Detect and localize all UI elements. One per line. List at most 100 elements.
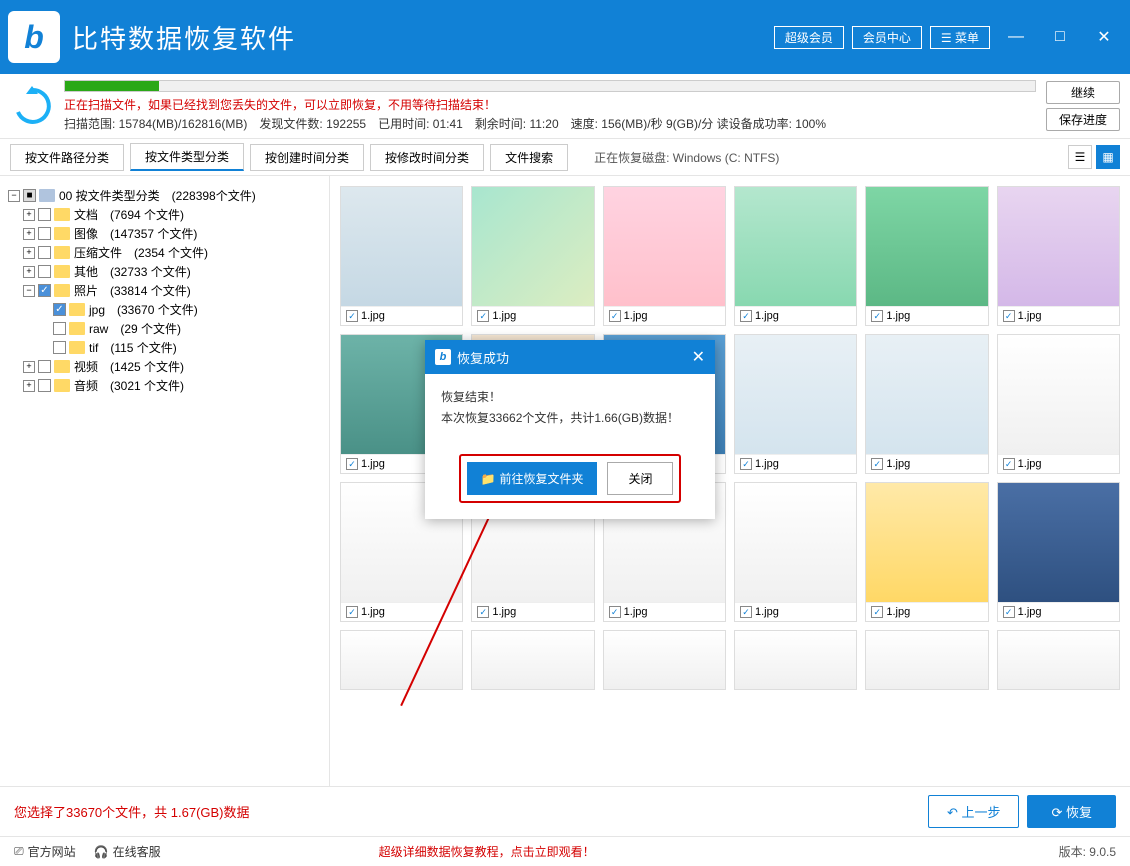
tree-checkbox[interactable] <box>38 265 51 278</box>
tree-node-jpg[interactable]: ✓jpg (33670 个文件) <box>8 300 321 319</box>
tree-checkbox[interactable] <box>38 208 51 221</box>
footer-buttons: ↶ 上一步 ⟳ 恢复 <box>928 795 1116 828</box>
thumbnail-item[interactable]: 1.jpg <box>865 334 988 474</box>
vip-button[interactable]: 超级会员 <box>774 26 844 49</box>
thumbnail-item[interactable]: 1.jpg <box>340 186 463 326</box>
expand-icon[interactable]: + <box>23 380 35 392</box>
collapse-icon[interactable]: − <box>23 285 35 297</box>
list-view-icon[interactable]: ☰ <box>1068 145 1092 169</box>
folder-icon <box>69 341 85 354</box>
tree-root[interactable]: −■ 00 按文件类型分类 (228398个文件) <box>8 186 321 205</box>
thumbnail-checkbox[interactable] <box>1003 310 1015 322</box>
continue-button[interactable]: 继续 <box>1046 81 1120 104</box>
tab-by-created[interactable]: 按创建时间分类 <box>250 144 364 171</box>
thumbnail-checkbox[interactable] <box>740 606 752 618</box>
modal-close-button[interactable]: 关闭 <box>607 462 673 495</box>
tree-checkbox[interactable] <box>38 360 51 373</box>
tutorial-link[interactable]: 超级详细数据恢复教程，点击立即观看！ <box>379 843 595 860</box>
member-center-button[interactable]: 会员中心 <box>852 26 922 49</box>
tree-node-photos[interactable]: −✓照片 (33814 个文件) <box>8 281 321 300</box>
thumbnail-checkbox[interactable] <box>346 310 358 322</box>
thumbnail-checkbox[interactable] <box>609 310 621 322</box>
save-progress-button[interactable]: 保存进度 <box>1046 108 1120 131</box>
tree-checkbox[interactable] <box>38 246 51 259</box>
thumbnail-checkbox[interactable] <box>346 606 358 618</box>
goto-folder-button[interactable]: 📁前往恢复文件夹 <box>467 462 598 495</box>
thumbnail-item[interactable]: 1.jpg <box>997 186 1120 326</box>
success-modal: b 恢复成功 ✕ 恢复结束！ 本次恢复33662个文件，共计1.66(GB)数据… <box>425 340 715 519</box>
expand-icon[interactable]: + <box>23 361 35 373</box>
tab-by-path[interactable]: 按文件路径分类 <box>10 144 124 171</box>
thumbnail-checkbox[interactable] <box>1003 458 1015 470</box>
close-icon[interactable]: ✕ <box>1086 23 1122 51</box>
thumbnail-item[interactable]: 1.jpg <box>471 186 594 326</box>
tree-node-raw[interactable]: raw (29 个文件) <box>8 319 321 338</box>
thumbnail-checkbox[interactable] <box>871 310 883 322</box>
thumbnail-checkbox[interactable] <box>1003 606 1015 618</box>
thumbnail-checkbox[interactable] <box>740 310 752 322</box>
thumbnail-item[interactable] <box>865 630 988 690</box>
tab-by-type[interactable]: 按文件类型分类 <box>130 143 244 171</box>
thumbnail-filename: 1.jpg <box>755 458 779 470</box>
thumbnail-item[interactable]: 1.jpg <box>997 334 1120 474</box>
thumbnail-item[interactable]: 1.jpg <box>734 186 857 326</box>
tree-checkbox[interactable] <box>53 341 66 354</box>
tree-node-other[interactable]: +其他 (32733 个文件) <box>8 262 321 281</box>
collapse-icon[interactable]: − <box>8 190 20 202</box>
expand-icon[interactable]: + <box>23 209 35 221</box>
tree-checkbox[interactable] <box>38 227 51 240</box>
thumbnail-filename: 1.jpg <box>624 606 648 618</box>
tree-checkbox[interactable] <box>53 322 66 335</box>
thumbnail-item[interactable]: 1.jpg <box>865 482 988 622</box>
tree-node-docs[interactable]: +文档 (7694 个文件) <box>8 205 321 224</box>
thumbnail-checkbox[interactable] <box>740 458 752 470</box>
tree-checkbox[interactable]: ■ <box>23 189 36 202</box>
tree-label: raw (29 个文件) <box>89 320 181 337</box>
modal-close-icon[interactable]: ✕ <box>692 347 705 367</box>
expand-icon[interactable]: + <box>23 228 35 240</box>
tree-node-images[interactable]: +图像 (147357 个文件) <box>8 224 321 243</box>
thumbnail-checkbox[interactable] <box>871 606 883 618</box>
thumbnail-checkbox[interactable] <box>871 458 883 470</box>
thumbnail-preview <box>866 187 987 306</box>
thumbnail-preview <box>735 483 856 602</box>
tree-node-video[interactable]: +视频 (1425 个文件) <box>8 357 321 376</box>
expand-icon[interactable]: + <box>23 247 35 259</box>
folder-icon <box>54 360 70 373</box>
thumbnail-item[interactable]: 1.jpg <box>734 334 857 474</box>
tree-checkbox[interactable] <box>38 379 51 392</box>
tree-checkbox[interactable]: ✓ <box>53 303 66 316</box>
menu-button[interactable]: ☰ 菜单 <box>930 26 990 49</box>
thumbnail-item[interactable]: 1.jpg <box>603 186 726 326</box>
tab-search[interactable]: 文件搜索 <box>490 144 568 171</box>
tree-node-archives[interactable]: +压缩文件 (2354 个文件) <box>8 243 321 262</box>
support-link[interactable]: 🎧在线客服 <box>94 843 161 860</box>
maximize-icon[interactable]: □ <box>1042 23 1078 51</box>
grid-view-icon[interactable]: ▦ <box>1096 145 1120 169</box>
thumbnail-item[interactable] <box>340 630 463 690</box>
thumbnail-checkbox[interactable] <box>609 606 621 618</box>
thumbnail-filename: 1.jpg <box>886 606 910 618</box>
thumbnail-item[interactable] <box>603 630 726 690</box>
thumbnail-item[interactable]: 1.jpg <box>734 482 857 622</box>
minimize-icon[interactable]: — <box>998 23 1034 51</box>
recover-button[interactable]: ⟳ 恢复 <box>1027 795 1116 828</box>
tree-checkbox[interactable]: ✓ <box>38 284 51 297</box>
thumbnail-checkbox[interactable] <box>346 458 358 470</box>
tab-by-modified[interactable]: 按修改时间分类 <box>370 144 484 171</box>
tree-label: 00 按文件类型分类 (228398个文件) <box>59 187 256 204</box>
expand-icon[interactable]: + <box>23 266 35 278</box>
thumbnail-item[interactable] <box>471 630 594 690</box>
thumbnail-checkbox[interactable] <box>477 606 489 618</box>
prev-button[interactable]: ↶ 上一步 <box>928 795 1020 828</box>
tree-node-audio[interactable]: +音频 (3021 个文件) <box>8 376 321 395</box>
thumbnail-checkbox[interactable] <box>477 310 489 322</box>
thumbnail-item[interactable]: 1.jpg <box>997 482 1120 622</box>
tree-node-tif[interactable]: tif (115 个文件) <box>8 338 321 357</box>
thumbnail-item[interactable] <box>734 630 857 690</box>
thumbnail-item[interactable]: 1.jpg <box>865 186 988 326</box>
thumbnail-item[interactable] <box>997 630 1120 690</box>
official-site-link[interactable]: ⎚官方网站 <box>14 843 76 860</box>
scan-stats: 扫描范围: 15784(MB)/162816(MB) 发现文件数: 192255… <box>64 115 1036 132</box>
footer-actions: 您选择了33670个文件，共 1.67(GB)数据 ↶ 上一步 ⟳ 恢复 <box>0 786 1130 836</box>
